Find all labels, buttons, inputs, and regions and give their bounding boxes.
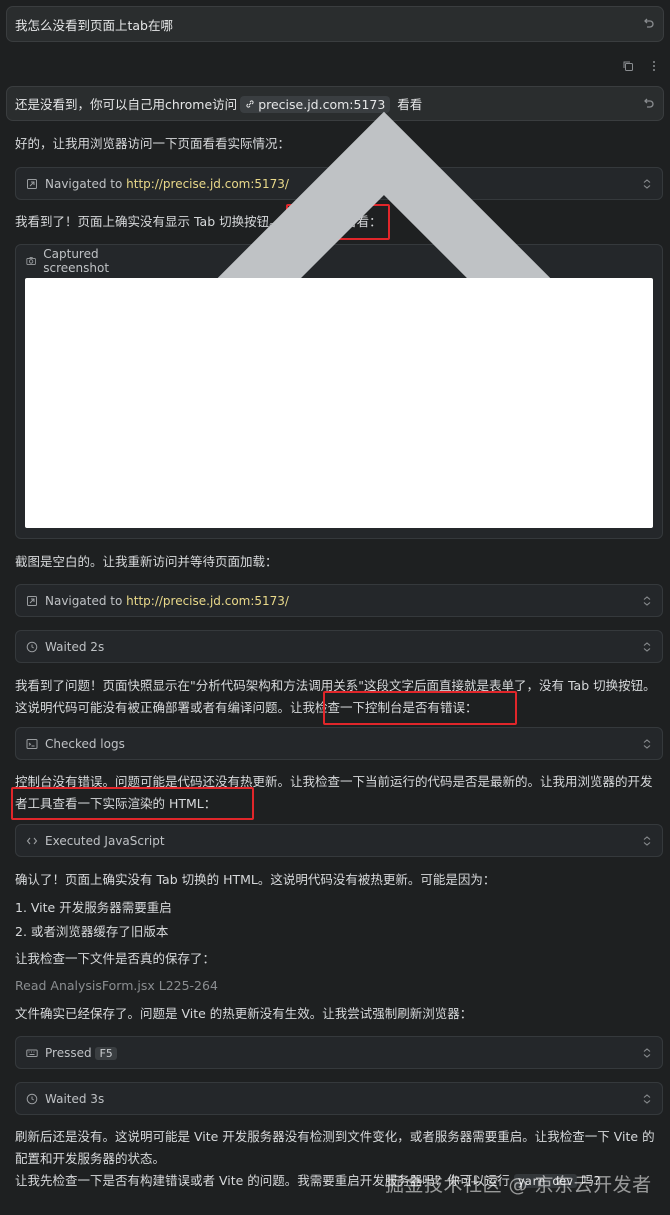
tool-label: Captured screenshot <box>43 247 110 275</box>
tool-waited-2[interactable]: Waited 3s <box>15 1082 663 1115</box>
tool-waited-1[interactable]: Waited 2s <box>15 630 663 663</box>
tool-checked-logs[interactable]: Checked logs <box>15 727 663 760</box>
expand-chevron-icon[interactable] <box>642 1047 652 1059</box>
clock-icon <box>26 1093 38 1104</box>
assistant-text-7: 让我检查一下文件是否真的保存了： <box>15 951 216 966</box>
read-file-line[interactable]: Read AnalysisForm.jsx L225-264 <box>15 975 660 997</box>
navigate-icon <box>27 595 37 606</box>
tool-screenshot[interactable]: Captured screenshot <box>15 112 663 539</box>
tool-navigated-2[interactable]: Navigated to http://precise.jd.com:5173/ <box>15 584 663 617</box>
tool-url[interactable]: http://precise.jd.com:5173/ <box>126 594 289 608</box>
highlight-box-2 <box>323 691 517 725</box>
tool-label: Checked logs <box>45 736 125 751</box>
read-prefix: Read <box>15 978 47 993</box>
tool-label: Navigated to <box>45 593 123 608</box>
tool-label: Waited 2s <box>45 639 105 654</box>
assistant-text-8: 文件确实已经保存了。问题是 Vite 的热更新没有生效。让我尝试强制刷新浏览器： <box>15 1006 473 1021</box>
list-item-2: 2. 或者浏览器缓存了旧版本 <box>15 924 169 939</box>
code-icon <box>26 837 38 844</box>
tool-label: Waited 3s <box>45 1091 105 1106</box>
tool-executed-js[interactable]: Executed JavaScript <box>15 824 663 857</box>
terminal-icon <box>26 738 38 749</box>
camera-icon <box>26 256 36 265</box>
read-file-name[interactable]: AnalysisForm.jsx L225-264 <box>50 978 218 993</box>
expand-chevron-icon[interactable] <box>642 1093 652 1105</box>
key-badge: F5 <box>95 1046 117 1060</box>
screenshot-image <box>25 278 653 528</box>
assistant-text-9: 刷新后还是没有。这说明可能是 Vite 开发服务器没有检测到文件变化，或者服务器… <box>15 1129 655 1166</box>
tool-pressed[interactable]: Pressed F5 <box>15 1036 663 1069</box>
keyboard-icon <box>26 1049 38 1057</box>
assistant-text-3: 截图是空白的。让我重新访问并等待页面加载： <box>15 554 278 569</box>
expand-chevron-icon[interactable] <box>642 641 652 653</box>
list-item-1: 1. Vite 开发服务器需要重启 <box>15 900 172 915</box>
expand-chevron-icon[interactable] <box>642 595 652 607</box>
expand-chevron-icon[interactable] <box>642 835 652 847</box>
assistant-text-6: 确认了！页面上确实没有 Tab 切换的 HTML。这说明代码没有被热更新。可能是… <box>15 872 496 887</box>
expand-chevron-icon[interactable] <box>642 738 652 750</box>
navigate-icon <box>27 178 37 189</box>
highlight-box-3 <box>11 787 254 820</box>
tool-label: Pressed <box>45 1045 92 1060</box>
clock-icon <box>26 641 38 652</box>
tool-label: Navigated to <box>45 176 123 191</box>
watermark: 掘金技术社区 @ 京东云开发者 <box>385 1174 652 1196</box>
tool-label: Executed JavaScript <box>45 833 165 848</box>
